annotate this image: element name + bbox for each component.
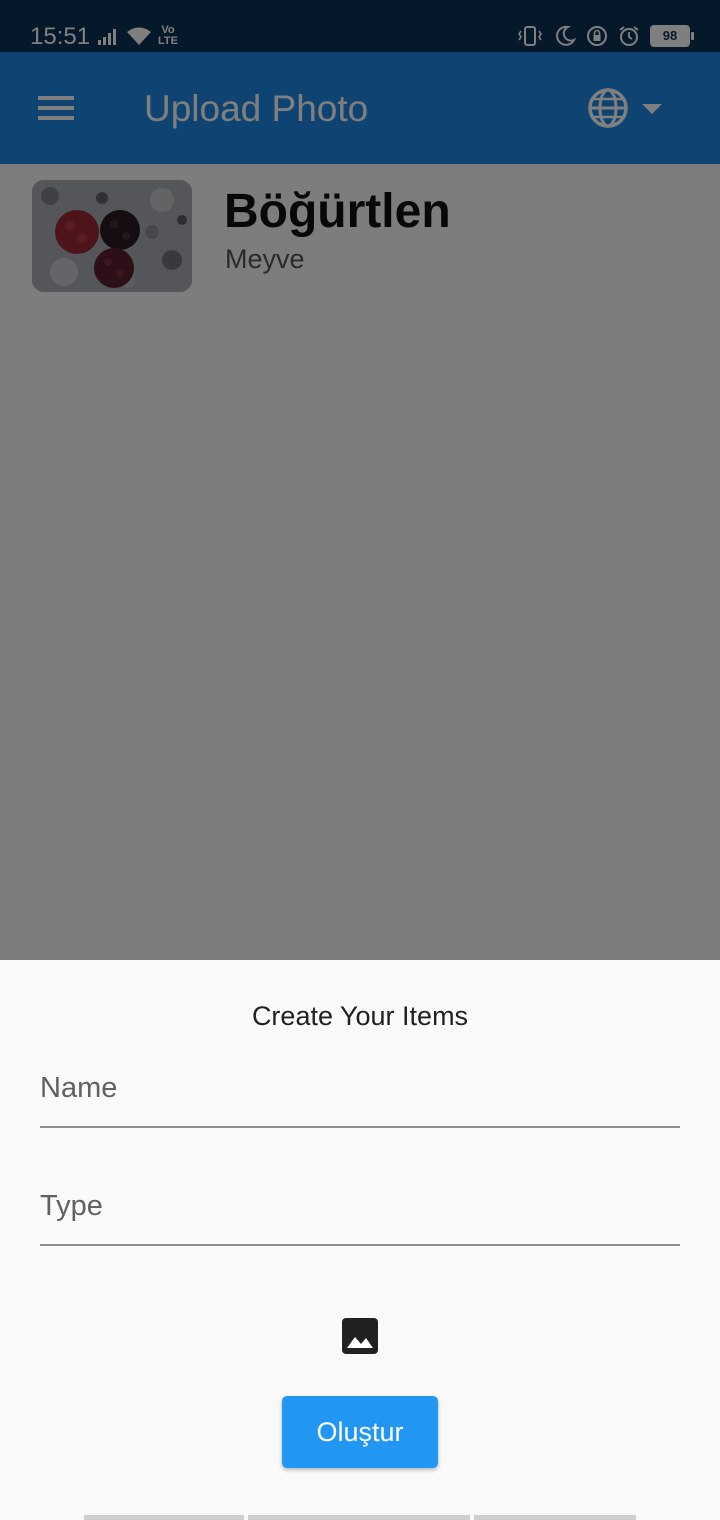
pick-image-button[interactable]	[338, 1314, 382, 1358]
create-button[interactable]: Oluştur	[282, 1396, 438, 1468]
name-field[interactable]	[40, 1050, 680, 1128]
type-field[interactable]	[40, 1168, 680, 1246]
nav-segment	[474, 1515, 636, 1520]
type-field-container	[40, 1168, 680, 1248]
sheet-title: Create Your Items	[251, 1001, 469, 1031]
nav-segment	[248, 1515, 470, 1520]
name-field-container	[40, 1050, 680, 1130]
nav-segment	[84, 1515, 244, 1520]
bottom-sheet: Create Your Items Oluştur	[0, 960, 720, 1520]
image-icon	[342, 1318, 378, 1354]
navigation-handle	[84, 1515, 636, 1520]
modal-scrim[interactable]	[0, 0, 720, 960]
